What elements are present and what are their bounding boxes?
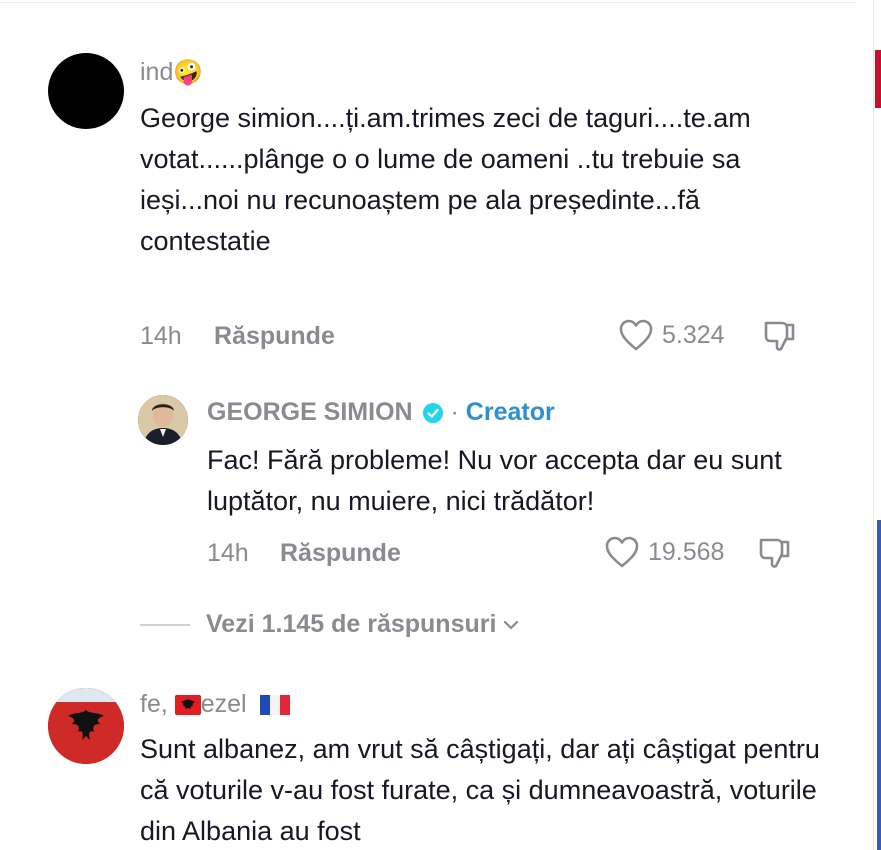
creator-avatar[interactable] (138, 395, 188, 445)
like-count: 19.568 (648, 537, 725, 566)
creator-username: GEORGE SIMION (207, 398, 413, 426)
dislike-button[interactable] (757, 535, 793, 576)
heart-outline-icon (605, 536, 639, 568)
like-button[interactable]: 19.568 (604, 535, 724, 569)
comment-time: 14h (140, 322, 182, 350)
thumbs-down-icon (764, 321, 795, 351)
creator-username-row[interactable]: GEORGE SIMION · Creator (207, 398, 555, 427)
comment-username[interactable]: ind🤪 (140, 58, 203, 87)
separator-dot: · (450, 398, 459, 426)
divider-line (140, 623, 190, 626)
heart-outline-icon (619, 319, 653, 351)
right-sidebar (855, 0, 881, 850)
like-count: 5.324 (662, 320, 725, 349)
verified-check-icon (422, 403, 443, 424)
profile-photo (138, 395, 188, 445)
creator-badge: Creator (465, 398, 555, 426)
reply-button[interactable]: Răspunde (280, 539, 401, 568)
comment-username[interactable]: fe, ezel (140, 690, 290, 719)
sidebar-thumbnail[interactable] (875, 50, 881, 108)
thumbs-down-icon (759, 538, 790, 568)
crazy-face-emoji: 🤪 (173, 59, 204, 86)
sidebar-divider (873, 0, 874, 850)
reply-text: Fac! Fără probleme! Nu vor accepta dar e… (207, 445, 782, 516)
chevron-down-icon (504, 620, 519, 629)
sidebar-edge-bar (877, 520, 881, 850)
avatar[interactable] (48, 688, 124, 764)
comment-text: George simion....ți.am.trimes zeci de ta… (140, 103, 751, 256)
avatar[interactable] (48, 53, 124, 129)
like-button[interactable]: 5.324 (618, 318, 725, 352)
albanian-flag-image (48, 688, 124, 764)
france-flag-icon (259, 695, 290, 716)
dislike-button[interactable] (762, 318, 798, 359)
view-replies-button[interactable]: Vezi 1.145 de răspunsuri (140, 610, 522, 639)
comment-text: Sunt albanez, am vrut să câștigați, dar … (140, 734, 820, 846)
reply-time: 14h (207, 539, 249, 567)
albania-flag-icon (174, 695, 201, 716)
comments-panel: ind🤪 George simion....ți.am.trimes zeci … (0, 0, 855, 850)
view-replies-label: Vezi 1.145 de răspunsuri (206, 610, 497, 638)
reply-button[interactable]: Răspunde (214, 322, 335, 351)
